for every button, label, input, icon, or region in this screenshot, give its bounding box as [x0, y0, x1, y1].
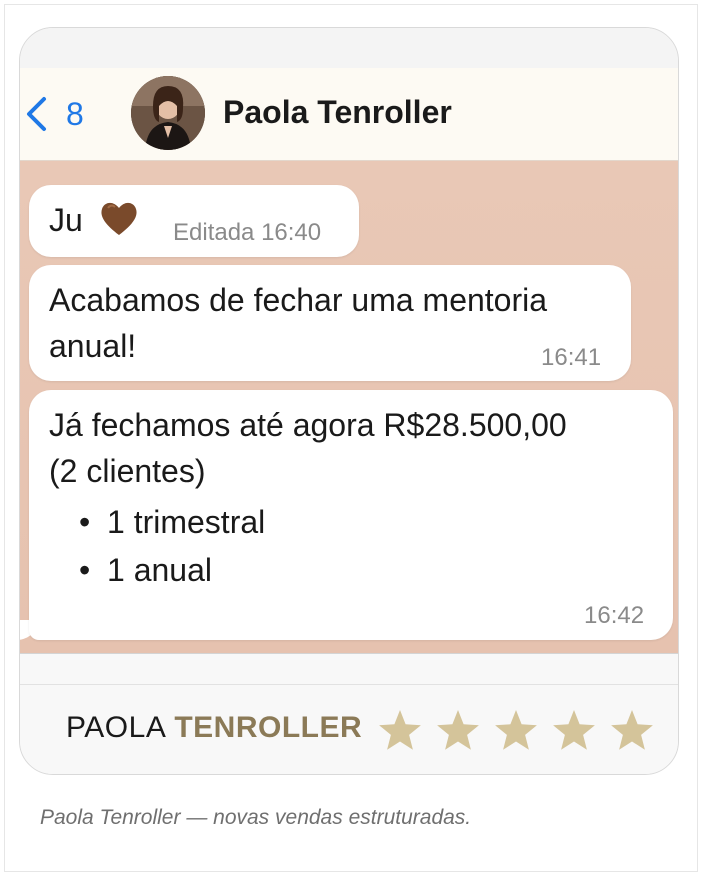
list-item: • 1 anual [79, 546, 265, 594]
contact-name: Paola Tenroller [223, 94, 452, 130]
avatar[interactable] [131, 76, 205, 150]
brand-footer: PAOLA TENROLLER [20, 653, 678, 774]
brown-heart-icon [101, 202, 137, 235]
list-item-text: 1 anual [107, 552, 212, 588]
message-text-line: anual! [49, 328, 137, 364]
star-icon [553, 710, 595, 750]
message-text-line: (2 clientes) [49, 453, 206, 489]
brand-name: PAOLA TENROLLER [66, 711, 362, 745]
list-item: • 1 trimestral [79, 498, 265, 546]
back-unread-count[interactable]: 8 [66, 96, 84, 133]
star-icon [495, 710, 537, 750]
brand-first-word: PAOLA [66, 711, 167, 744]
message-bubble[interactable]: Já fechamos até agora R$28.500,00 (2 cli… [29, 390, 673, 640]
message-time: 16:42 [584, 602, 645, 629]
chevron-left-icon[interactable] [24, 96, 50, 132]
star-icon [437, 710, 479, 750]
message-text: Ju [49, 202, 83, 238]
chat-header: 8 Paola Tenroller [20, 68, 678, 161]
bullet-icon: • [79, 504, 91, 540]
figure-caption: Paola Tenroller — novas vendas estrutura… [40, 806, 472, 829]
message-text-line: Já fechamos até agora R$28.500,00 [49, 407, 567, 443]
status-bar-area [20, 28, 678, 68]
message-meta: Editada 16:40 [173, 219, 322, 246]
star-icon [611, 710, 653, 750]
message-bubble[interactable]: Ju Editada 16:40 [29, 185, 359, 257]
brand-second-word: TENROLLER [174, 711, 363, 744]
star-icon [379, 710, 421, 750]
message-text-line: Acabamos de fechar uma mentoria [49, 282, 548, 318]
message-time: 16:41 [541, 344, 602, 371]
list-item-text: 1 trimestral [107, 504, 266, 540]
message-bullet-list: • 1 trimestral • 1 anual [79, 498, 265, 594]
bullet-icon: • [79, 552, 91, 588]
message-bubble[interactable]: Acabamos de fechar uma mentoria anual! 1… [29, 265, 631, 381]
screenshot-card: 8 Paola Tenroller Ju Editada 16:40 Acaba… [19, 27, 679, 775]
